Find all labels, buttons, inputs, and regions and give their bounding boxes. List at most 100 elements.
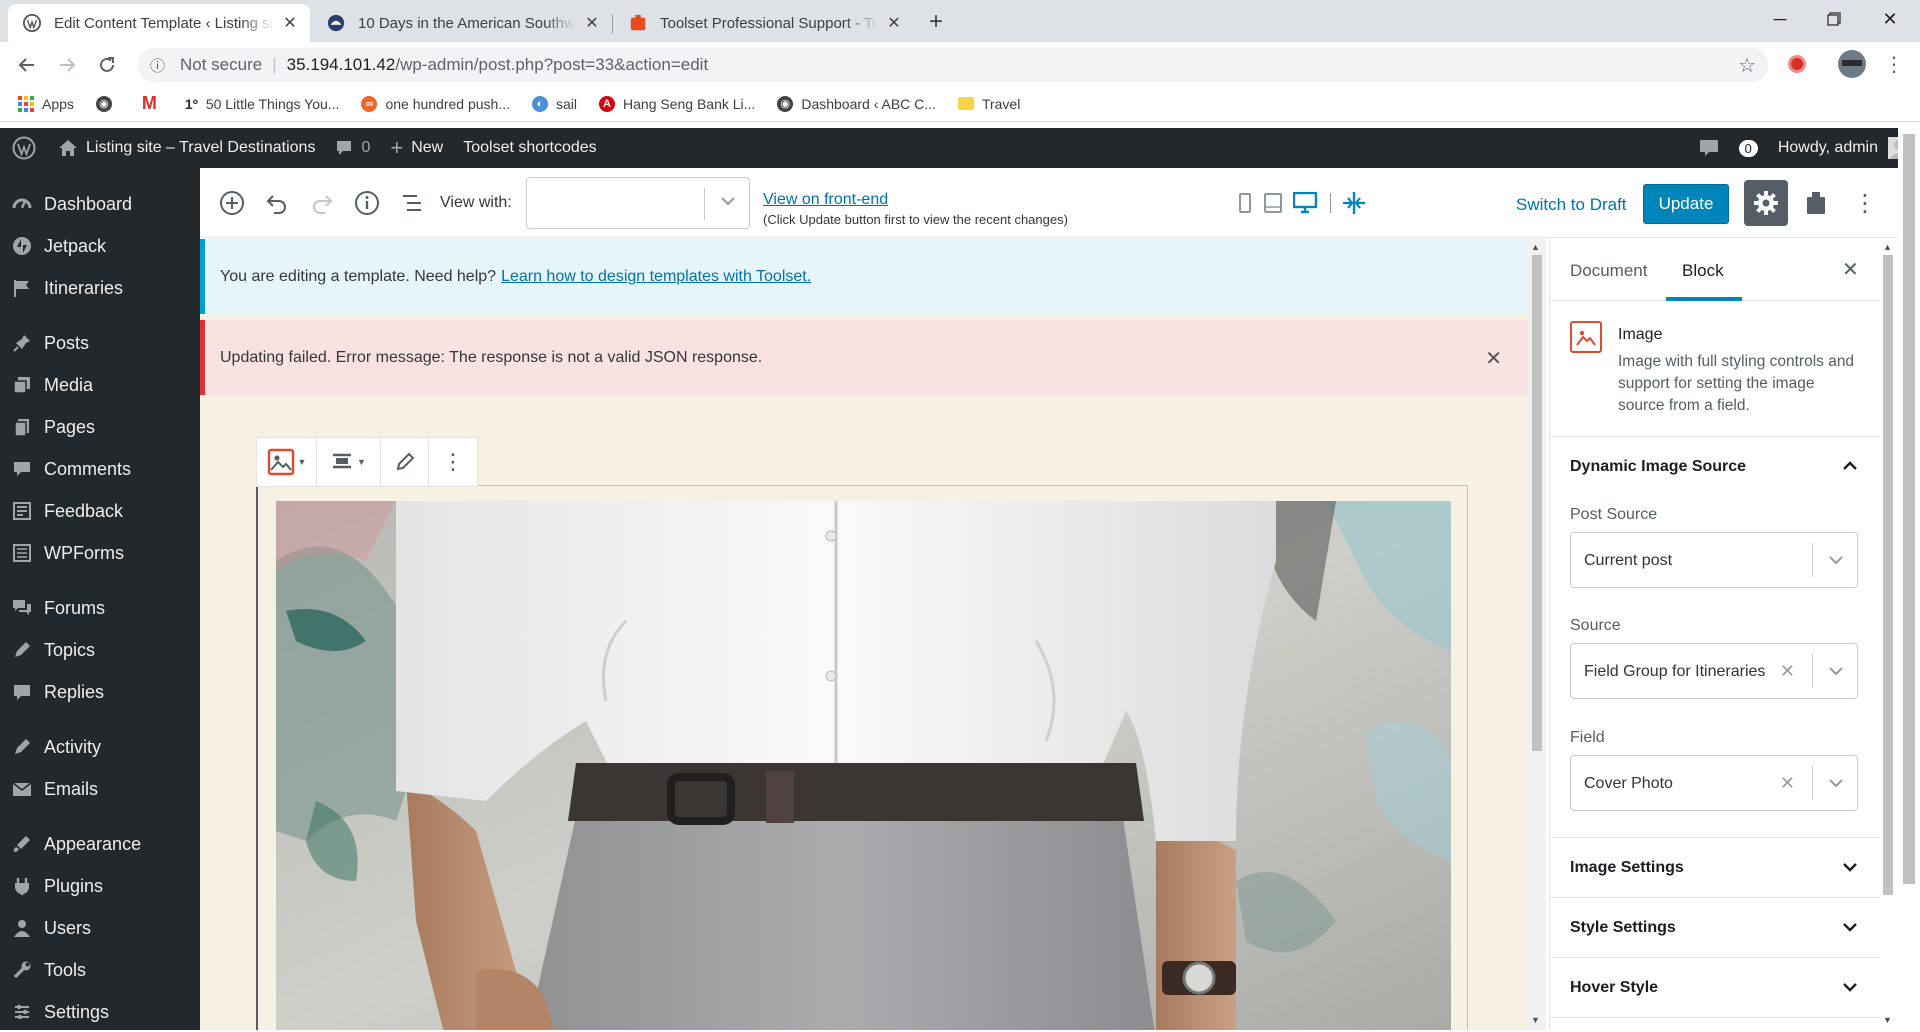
browser-tab-1[interactable]: Edit Content Template ‹ Listing si ✕ bbox=[8, 4, 310, 42]
content-info-icon[interactable] bbox=[350, 186, 384, 220]
clear-selection-icon[interactable]: ✕ bbox=[1780, 661, 1795, 682]
new-content-link[interactable]: + New bbox=[380, 128, 453, 168]
settings-gear-icon[interactable] bbox=[1744, 180, 1788, 226]
sidebar-item-activity[interactable]: Activity bbox=[0, 727, 200, 767]
block-more-options-icon[interactable]: ⋮ bbox=[429, 438, 477, 486]
learn-templates-link[interactable]: Learn how to design templates with Tools… bbox=[501, 268, 811, 286]
block-type-switcher[interactable]: ▼ bbox=[257, 438, 317, 486]
split-view-icon[interactable] bbox=[1340, 190, 1368, 216]
sidebar-item-pages[interactable]: Pages bbox=[0, 407, 200, 447]
block-navigation-icon[interactable] bbox=[395, 186, 429, 220]
profile-avatar[interactable] bbox=[1838, 50, 1866, 78]
alignment-button[interactable]: ▼ bbox=[317, 438, 381, 486]
add-block-icon[interactable] bbox=[215, 186, 249, 220]
panel-scrollbar[interactable]: ▲ ▼ bbox=[1880, 239, 1896, 1030]
bookmark-star-icon[interactable]: ☆ bbox=[1738, 53, 1756, 78]
bookmark-2[interactable]: ∞ one hundred push... bbox=[361, 95, 510, 112]
style-settings-toggle[interactable]: Style Settings bbox=[1550, 898, 1880, 958]
sidebar-item-jetpack[interactable]: Jetpack bbox=[0, 226, 200, 266]
clear-selection-icon[interactable]: ✕ bbox=[1780, 773, 1795, 794]
source-select[interactable]: Field Group for Itineraries ✕ bbox=[1570, 643, 1858, 699]
sidebar-item-media[interactable]: Media bbox=[0, 365, 200, 405]
more-options-icon[interactable]: ⋮ bbox=[1848, 186, 1882, 220]
browser-menu-icon[interactable]: ⋮ bbox=[1884, 52, 1904, 77]
scroll-up-icon[interactable]: ▲ bbox=[1531, 242, 1540, 252]
browser-tab-3[interactable]: Toolset Professional Support - To ✕ bbox=[614, 4, 914, 42]
notifications-icon[interactable] bbox=[1689, 128, 1729, 168]
sidebar-item-forums[interactable]: Forums bbox=[0, 588, 200, 628]
tab-document[interactable]: Document bbox=[1570, 261, 1647, 281]
mobile-preview-icon[interactable] bbox=[1236, 190, 1254, 216]
sidebar-item-wpforms[interactable]: WPForms bbox=[0, 533, 200, 573]
toolset-plugin-icon[interactable] bbox=[1799, 186, 1833, 220]
cover-photo-image[interactable] bbox=[276, 501, 1451, 1030]
bookmark-globe[interactable]: ◉ bbox=[95, 95, 120, 112]
maximize-icon[interactable] bbox=[1806, 0, 1862, 38]
reload-icon[interactable] bbox=[92, 50, 122, 80]
outer-scrollbar[interactable] bbox=[1898, 128, 1920, 1030]
hover-style-toggle[interactable]: Hover Style bbox=[1550, 958, 1880, 1018]
scroll-down-icon[interactable]: ▼ bbox=[1531, 1015, 1540, 1025]
close-panel-icon[interactable]: ✕ bbox=[1842, 257, 1859, 282]
scrollbar-thumb[interactable] bbox=[1883, 255, 1893, 895]
extension-record-icon[interactable] bbox=[1788, 55, 1806, 73]
bookmark-gmail[interactable]: M bbox=[142, 93, 163, 114]
content-scrollbar[interactable]: ▲ ▼ bbox=[1528, 239, 1546, 1030]
sidebar-item-dashboard[interactable]: Dashboard bbox=[0, 184, 200, 224]
forward-icon[interactable] bbox=[52, 50, 82, 80]
scroll-down-icon[interactable]: ▼ bbox=[1883, 1015, 1892, 1025]
update-button[interactable]: Update bbox=[1643, 184, 1729, 224]
home-icon bbox=[58, 139, 78, 157]
sidebar-item-appearance[interactable]: Appearance bbox=[0, 824, 200, 864]
tab-block[interactable]: Block bbox=[1682, 261, 1724, 281]
bookmark-4[interactable]: A Hang Seng Bank Li... bbox=[599, 95, 755, 112]
sidebar-item-posts[interactable]: Posts bbox=[0, 323, 200, 363]
address-bar[interactable]: ⓘ Not secure | 35.194.101.42 /wp-admin/p… bbox=[138, 48, 1768, 82]
close-window-icon[interactable]: ✕ bbox=[1862, 0, 1918, 38]
sidebar-item-plugins[interactable]: Plugins bbox=[0, 866, 200, 906]
bookmark-6[interactable]: Travel bbox=[957, 96, 1020, 112]
image-settings-toggle[interactable]: Image Settings bbox=[1550, 838, 1880, 898]
wordpress-logo-icon[interactable] bbox=[0, 128, 48, 168]
scrollbar-thumb[interactable] bbox=[1532, 255, 1542, 751]
field-select[interactable]: Cover Photo ✕ bbox=[1570, 755, 1858, 811]
sidebar-item-emails[interactable]: Emails bbox=[0, 769, 200, 809]
back-icon[interactable] bbox=[12, 50, 42, 80]
close-tab-icon[interactable]: ✕ bbox=[582, 13, 602, 33]
desktop-preview-icon[interactable] bbox=[1292, 190, 1318, 216]
tablet-preview-icon[interactable] bbox=[1262, 190, 1284, 216]
close-tab-icon[interactable]: ✕ bbox=[884, 13, 904, 33]
browser-tab-2[interactable]: 10 Days in the American Southwe ✕ bbox=[312, 4, 612, 42]
view-with-select[interactable] bbox=[526, 177, 750, 229]
site-name-link[interactable]: Listing site – Travel Destinations bbox=[48, 128, 325, 168]
sidebar-item-comments[interactable]: Comments bbox=[0, 449, 200, 489]
bookmark-5[interactable]: ◉ Dashboard ‹ ABC C... bbox=[777, 95, 936, 112]
notification-count[interactable]: 0 bbox=[1729, 128, 1768, 168]
bookmark-3[interactable]: ◐ sail bbox=[532, 95, 577, 112]
comments-link[interactable]: 0 bbox=[325, 128, 380, 168]
sidebar-item-topics[interactable]: Topics bbox=[0, 630, 200, 670]
sidebar-item-itineraries[interactable]: Itineraries bbox=[0, 268, 200, 308]
sidebar-item-settings[interactable]: Settings bbox=[0, 992, 200, 1032]
sidebar-item-feedback[interactable]: Feedback bbox=[0, 491, 200, 531]
scrollbar-thumb[interactable] bbox=[1903, 134, 1915, 884]
scroll-up-icon[interactable]: ▲ bbox=[1883, 242, 1892, 252]
sidebar-item-users[interactable]: Users bbox=[0, 908, 200, 948]
view-on-frontend-link[interactable]: View on front-end bbox=[763, 191, 888, 209]
sidebar-item-tools[interactable]: Tools bbox=[0, 950, 200, 990]
toolset-shortcodes-link[interactable]: Toolset shortcodes bbox=[453, 128, 606, 168]
new-tab-icon[interactable]: + bbox=[922, 8, 950, 36]
edit-image-button[interactable] bbox=[381, 438, 429, 486]
close-tab-icon[interactable]: ✕ bbox=[280, 13, 300, 33]
switch-to-draft-button[interactable]: Switch to Draft bbox=[1516, 195, 1627, 215]
redo-icon[interactable] bbox=[305, 186, 339, 220]
info-icon[interactable]: ⓘ bbox=[150, 55, 170, 76]
undo-icon[interactable] bbox=[260, 186, 294, 220]
dynamic-image-source-toggle[interactable]: Dynamic Image Source bbox=[1550, 437, 1880, 497]
bookmark-1[interactable]: 1º 50 Little Things You... bbox=[185, 96, 340, 112]
sidebar-item-replies[interactable]: Replies bbox=[0, 672, 200, 712]
bookmark-apps[interactable]: Apps bbox=[18, 95, 74, 112]
dismiss-notice-icon[interactable]: ✕ bbox=[1485, 346, 1502, 371]
post-source-select[interactable]: Current post bbox=[1570, 532, 1858, 588]
minimize-icon[interactable]: ─ bbox=[1752, 0, 1808, 38]
